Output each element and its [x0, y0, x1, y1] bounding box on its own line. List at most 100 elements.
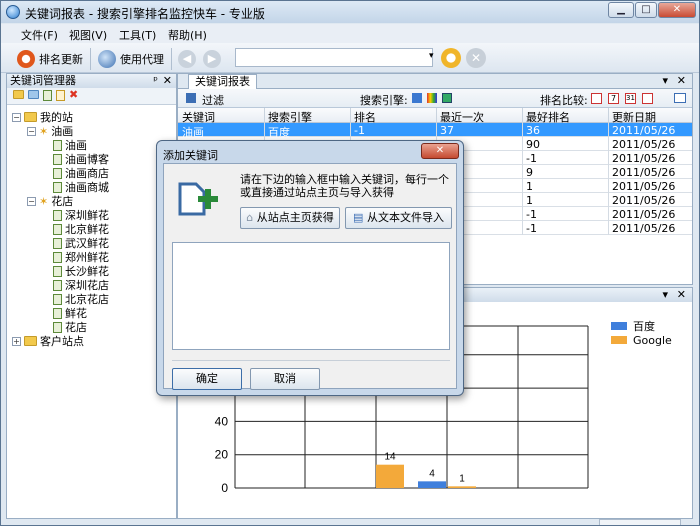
from-homepage-label: 从站点主页获得 — [256, 211, 334, 224]
combo-arrow-icon[interactable]: ▾ — [429, 51, 434, 61]
collapse-icon[interactable]: − — [12, 112, 21, 122]
grid-column-divider — [608, 207, 609, 221]
minimize-button[interactable]: ▁ — [608, 2, 634, 18]
grid-column-divider — [436, 108, 437, 123]
chart-close-icon[interactable]: ✕ — [677, 288, 686, 301]
tab-dropdown-icon[interactable]: ▾ — [662, 74, 668, 87]
table-row[interactable]: 油画 百度 -1 37 36 2011/05/26 — [178, 123, 692, 139]
folder-icon — [24, 336, 37, 346]
engine-label: 搜索引擎: — [360, 94, 408, 107]
from-homepage-button[interactable]: ⌂ 从站点主页获得 — [240, 207, 340, 229]
grid-cell: 2011/05/26 — [612, 180, 676, 193]
dialog-close-button[interactable]: ✕ — [421, 143, 459, 159]
dialog-divider — [172, 360, 450, 361]
grid-column-divider — [522, 165, 523, 179]
grid-cell: 90 — [526, 138, 540, 151]
grid-column-divider — [522, 108, 523, 123]
new-folder-icon[interactable] — [13, 90, 24, 99]
filter-icon[interactable] — [186, 93, 196, 103]
grid-column-divider — [522, 179, 523, 193]
stop-icon[interactable]: ✕ — [466, 48, 486, 68]
grid-cell: 1 — [526, 194, 533, 207]
url-combo[interactable] — [235, 48, 433, 67]
engine-other-icon[interactable] — [442, 93, 452, 103]
grid-cell: 2011/05/26 — [612, 222, 676, 235]
dialog-title: 添加关键词 — [163, 149, 218, 162]
pin-icon[interactable]: ᵖ — [153, 74, 158, 88]
grid-column-divider — [608, 137, 609, 151]
chart-dropdown-icon[interactable]: ▾ — [662, 288, 668, 301]
grid-column-divider — [522, 137, 523, 151]
add-document-icon — [178, 182, 218, 216]
export-icon[interactable] — [674, 93, 686, 103]
grid-column-divider — [264, 123, 265, 137]
y-tick-label: 40 — [215, 414, 229, 428]
grid-cell: 2011/05/26 — [612, 124, 676, 137]
folder-icon — [24, 112, 37, 122]
filter-label[interactable]: 过滤 — [202, 92, 224, 108]
y-tick-label: 0 — [221, 481, 228, 495]
keyword-page-icon — [53, 181, 62, 193]
tab-close-icon[interactable]: ✕ — [677, 74, 686, 87]
proxy-icon — [98, 50, 116, 68]
grid-column-divider — [350, 108, 351, 123]
pane-close-icon[interactable]: ✕ — [163, 74, 172, 88]
menu-tools[interactable]: 工具(T) — [119, 27, 156, 43]
edit-icon[interactable] — [56, 90, 65, 101]
delete-icon[interactable]: ✖ — [69, 89, 78, 102]
engine-google-icon[interactable] — [427, 93, 437, 103]
go-refresh-icon[interactable] — [441, 48, 461, 68]
tree-keyword-item[interactable]: 花店 — [53, 319, 87, 335]
tab-keyword-report[interactable]: 关键词报表 — [188, 74, 257, 89]
calendar-day-icon[interactable] — [591, 93, 602, 104]
collapse-icon[interactable]: − — [27, 196, 36, 206]
app-icon — [6, 5, 20, 19]
menu-view[interactable]: 视图(V) — [69, 27, 107, 43]
bar-value-label: 14 — [384, 452, 396, 463]
calendar-month-icon[interactable]: 31 — [625, 93, 636, 104]
back-icon[interactable]: ◀ — [178, 50, 196, 68]
tree-client-label: 客户站点 — [40, 335, 84, 348]
forward-icon[interactable]: ▶ — [203, 50, 221, 68]
menu-help[interactable]: 帮助(H) — [168, 27, 207, 43]
new-site-icon[interactable] — [28, 90, 39, 99]
use-proxy-button[interactable]: 使用代理 — [98, 48, 164, 70]
keyword-page-icon — [53, 237, 62, 249]
cancel-button[interactable]: 取消 — [250, 368, 320, 390]
grid-header-row: 关键词 搜索引擎 排名 最近一次 最好排名 更新日期 — [178, 108, 692, 124]
collapse-icon[interactable]: − — [27, 126, 36, 136]
close-button[interactable]: ✕ — [658, 2, 696, 18]
chart-bar — [448, 486, 476, 488]
update-ranking-button[interactable]: 排名更新 — [17, 48, 83, 70]
grid-cell: 9 — [526, 166, 533, 179]
grid-cell: 2011/05/26 — [612, 152, 676, 165]
home-icon: ⌂ — [246, 211, 254, 224]
menu-file[interactable]: 文件(F) — [21, 27, 58, 43]
keyword-textarea[interactable] — [172, 242, 450, 350]
tree-keyword-item[interactable]: 油画商城 — [53, 179, 109, 195]
grid-column-divider — [608, 165, 609, 179]
from-file-label: 从文本文件导入 — [366, 211, 444, 224]
grid-column-divider — [522, 207, 523, 221]
calendar-week-icon[interactable]: 7 — [608, 93, 619, 104]
expand-icon[interactable]: + — [12, 336, 21, 346]
from-file-button[interactable]: ▤ 从文本文件导入 — [345, 207, 452, 229]
engine-baidu-icon[interactable] — [412, 93, 422, 103]
window-title: 关键词报表 - 搜索引擎排名监控快车 - 专业版 — [25, 7, 265, 21]
keyword-manager-header: 关键词管理器 ᵖ ✕ — [7, 74, 176, 88]
chart-bar — [376, 464, 404, 488]
grid-cell: 37 — [440, 124, 454, 137]
star-icon: ✶ — [39, 194, 49, 208]
bar-value-label: 4 — [429, 468, 435, 479]
keyword-manager-pane: 关键词管理器 ᵖ ✕ ✖ − 我的站 − ✶ 油画 − ✶ 花店 + 客户站点 油画 油画博客 油画… — [6, 73, 177, 519]
calendar-custom-icon[interactable] — [642, 93, 653, 104]
maximize-button[interactable]: □ — [635, 2, 657, 18]
file-import-icon: ▤ — [353, 211, 364, 224]
star-icon: ✶ — [39, 124, 49, 138]
grid-column-divider — [522, 221, 523, 235]
tree-client-sites[interactable]: + 客户站点 — [12, 333, 84, 349]
ok-button[interactable]: 确定 — [172, 368, 242, 390]
tree-keyword-label: 花店 — [65, 321, 87, 334]
add-keyword-icon[interactable] — [43, 90, 52, 101]
keyword-page-icon — [53, 307, 62, 319]
